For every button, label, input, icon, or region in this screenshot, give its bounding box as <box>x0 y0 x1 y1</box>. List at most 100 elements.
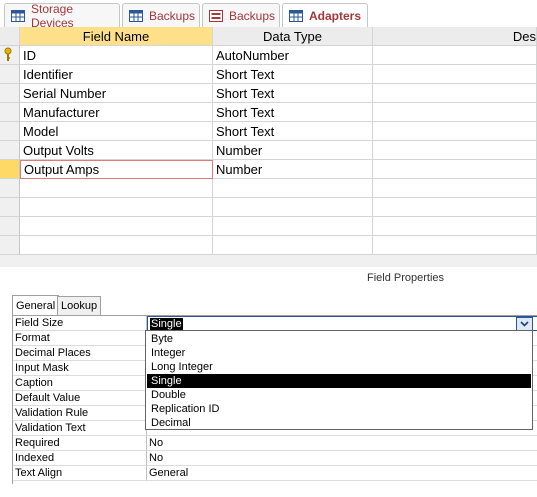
tab-label: Storage Devices <box>31 1 74 30</box>
field-name-cell[interactable]: Manufacturer <box>20 103 213 122</box>
data-type-header: Data Type <box>213 27 373 46</box>
data-type-cell[interactable]: Short Text <box>213 65 373 84</box>
description-header: Des <box>373 27 537 46</box>
data-type-cell[interactable] <box>213 236 373 255</box>
tab-storage-devices[interactable]: Storage Devices <box>4 1 120 30</box>
table-icon <box>129 9 143 22</box>
tab-adapters[interactable]: Adapters <box>282 3 368 28</box>
property-row[interactable]: Field Size Single <box>13 316 537 331</box>
row-selector[interactable] <box>0 103 20 122</box>
field-size-select[interactable]: Single <box>147 316 537 331</box>
property-name: Format <box>13 331 147 346</box>
property-row[interactable]: Required No <box>13 436 537 451</box>
property-name: Validation Text <box>13 421 147 436</box>
property-name: Field Size <box>13 316 147 331</box>
field-name-cell[interactable]: Model <box>20 122 213 141</box>
tab-backups-form[interactable]: Backups <box>202 3 280 27</box>
description-cell[interactable] <box>373 46 537 65</box>
row-selector[interactable] <box>0 217 20 236</box>
property-row[interactable]: Text Align General <box>13 466 537 481</box>
field-name-cell[interactable]: Output Volts <box>20 141 213 160</box>
dropdown-option-decimal[interactable]: Decimal <box>147 416 531 430</box>
description-cell[interactable] <box>373 179 537 198</box>
row-selector[interactable] <box>0 46 20 65</box>
data-type-cell[interactable] <box>213 217 373 236</box>
field-name-cell[interactable] <box>20 198 213 217</box>
property-name: Input Mask <box>13 361 147 376</box>
row-selector[interactable] <box>0 65 20 84</box>
dropdown-option-byte[interactable]: Byte <box>147 332 531 346</box>
data-type-cell[interactable]: Short Text <box>213 84 373 103</box>
tab-lookup[interactable]: Lookup <box>57 296 102 315</box>
field-name-cell[interactable] <box>20 217 213 236</box>
row-selector[interactable] <box>0 198 20 217</box>
empty-row[interactable] <box>0 179 537 198</box>
table-design-grid: Field Name Data Type Des ID AutoNumber I… <box>0 27 537 267</box>
empty-row[interactable] <box>0 198 537 217</box>
table-row[interactable]: Serial Number Short Text <box>0 84 537 103</box>
description-cell[interactable] <box>373 65 537 84</box>
row-selector[interactable] <box>0 141 20 160</box>
field-size-value: Single <box>150 318 183 330</box>
field-size-dropdown-list: Byte Integer Long Integer Single Double … <box>145 330 533 430</box>
description-cell[interactable] <box>373 217 537 236</box>
description-header-label: Des <box>512 28 536 44</box>
table-row[interactable]: Identifier Short Text <box>0 65 537 84</box>
description-cell[interactable] <box>373 198 537 217</box>
empty-row[interactable] <box>0 236 537 255</box>
tab-general[interactable]: General <box>12 295 60 315</box>
data-type-cell[interactable]: Short Text <box>213 122 373 141</box>
field-name-cell[interactable] <box>20 236 213 255</box>
chevron-down-icon <box>520 321 529 327</box>
row-selector[interactable] <box>0 236 20 255</box>
description-cell[interactable] <box>373 103 537 122</box>
description-cell[interactable] <box>373 160 537 179</box>
property-name: Default Value <box>13 391 147 406</box>
dropdown-option-long-integer[interactable]: Long Integer <box>147 360 531 374</box>
field-properties-title: Field Properties <box>367 272 445 284</box>
row-selector[interactable] <box>0 122 20 141</box>
data-type-cell[interactable]: Number <box>213 141 373 160</box>
property-row[interactable]: Indexed No <box>13 451 537 466</box>
property-name: Indexed <box>13 451 147 466</box>
row-selector[interactable] <box>0 84 20 103</box>
property-value[interactable]: No <box>147 451 537 466</box>
table-icon <box>11 9 25 22</box>
description-cell[interactable] <box>373 122 537 141</box>
row-selector-header <box>0 27 20 46</box>
data-type-cell[interactable]: Number <box>213 160 373 179</box>
field-size-dropdown-button[interactable] <box>516 317 533 331</box>
field-name-cell[interactable]: Output Amps <box>20 160 213 179</box>
description-cell[interactable] <box>373 84 537 103</box>
dropdown-option-single[interactable]: Single <box>147 374 531 388</box>
property-value[interactable]: No <box>147 436 537 451</box>
table-icon <box>289 10 303 22</box>
dropdown-option-double[interactable]: Double <box>147 388 531 402</box>
dropdown-option-replication-id[interactable]: Replication ID <box>147 402 531 416</box>
table-row[interactable]: Manufacturer Short Text <box>0 103 537 122</box>
field-name-cell[interactable] <box>20 179 213 198</box>
tab-label: Adapters <box>309 9 362 23</box>
table-row-selected[interactable]: Output Amps Number <box>0 160 537 179</box>
table-row[interactable]: Output Volts Number <box>0 141 537 160</box>
table-row[interactable]: Model Short Text <box>0 122 537 141</box>
property-value[interactable]: General <box>147 466 537 481</box>
form-icon <box>209 9 223 22</box>
row-selector[interactable] <box>0 160 20 179</box>
data-type-cell[interactable] <box>213 179 373 198</box>
field-name-cell[interactable]: Identifier <box>20 65 213 84</box>
data-type-cell[interactable]: Short Text <box>213 103 373 122</box>
data-type-cell[interactable]: AutoNumber <box>213 46 373 65</box>
description-cell[interactable] <box>373 236 537 255</box>
description-cell[interactable] <box>373 141 537 160</box>
row-selector[interactable] <box>0 179 20 198</box>
field-name-header: Field Name <box>20 27 213 46</box>
dropdown-option-integer[interactable]: Integer <box>147 346 531 360</box>
table-row[interactable]: ID AutoNumber <box>0 46 537 65</box>
empty-row[interactable] <box>0 217 537 236</box>
data-type-cell[interactable] <box>213 198 373 217</box>
field-name-cell[interactable]: Serial Number <box>20 84 213 103</box>
document-tabstrip: Storage Devices Backups Backups Adapters <box>0 0 537 30</box>
field-name-cell[interactable]: ID <box>20 46 213 65</box>
tab-backups-table[interactable]: Backups <box>122 3 200 27</box>
